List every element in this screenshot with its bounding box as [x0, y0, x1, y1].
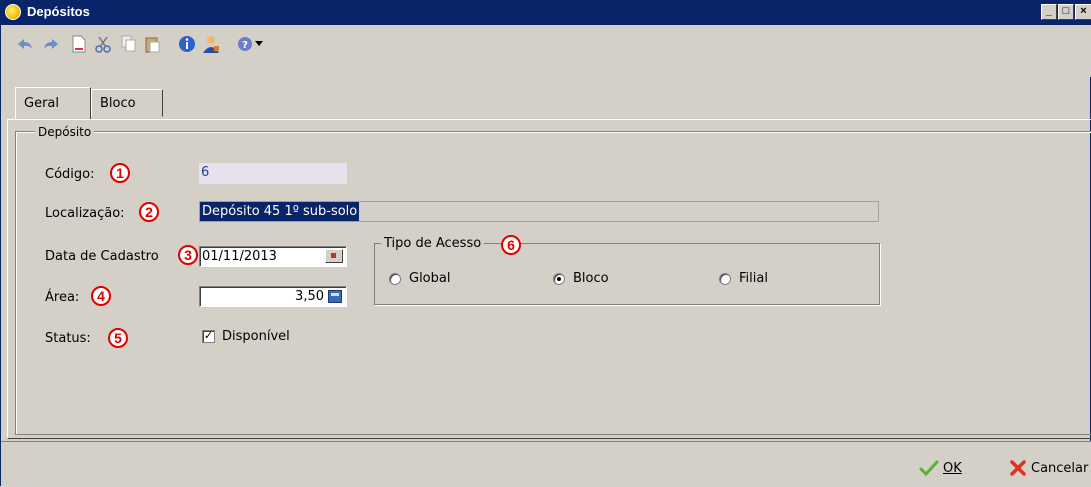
title-bar[interactable]: Depósitos _ □ × [1, 1, 1091, 25]
minimize-button[interactable]: _ [1041, 4, 1057, 20]
localizacao-label: Localização: [45, 206, 125, 221]
redo-icon[interactable] [41, 35, 61, 53]
disponivel-checkbox[interactable]: ✓ [202, 330, 215, 343]
help-icon[interactable]: ? [235, 35, 255, 53]
ok-label: OK [943, 460, 962, 476]
tipo-acesso-title: Tipo de Acesso [381, 236, 485, 251]
radio-filial[interactable] [719, 273, 731, 285]
cut-icon[interactable] [93, 35, 113, 53]
radio-filial-label[interactable]: Filial [739, 271, 768, 286]
area-value: 3,50 [295, 289, 324, 304]
toolbar: ? [1, 25, 1091, 77]
calculator-icon[interactable] [328, 290, 342, 303]
localizacao-selected-text: Depósito 45 1º sub-solo [200, 202, 360, 221]
status-label: Status: [45, 331, 91, 346]
marker-1: 1 [110, 163, 130, 183]
calendar-button[interactable] [325, 249, 343, 263]
new-document-icon[interactable] [69, 35, 89, 53]
info-icon[interactable] [177, 35, 197, 53]
radio-bloco-label[interactable]: Bloco [573, 271, 609, 286]
user-icon[interactable] [201, 35, 221, 53]
calendar-icon [331, 253, 336, 258]
codigo-field[interactable]: 6 [199, 163, 347, 184]
data-cadastro-label: Data de Cadastro [45, 249, 159, 264]
area-label: Área: [45, 290, 80, 305]
tab-bloco[interactable]: Bloco [91, 89, 163, 117]
check-icon [919, 460, 939, 477]
copy-icon[interactable] [119, 35, 139, 53]
window-title: Depósitos [27, 4, 90, 19]
tab-geral[interactable]: Geral [15, 87, 91, 119]
dropdown-arrow-icon[interactable] [253, 35, 265, 53]
cancel-label: Cancelar [1031, 460, 1089, 476]
localizacao-field[interactable]: Depósito 45 1º sub-solo [199, 201, 879, 222]
undo-icon[interactable] [15, 35, 35, 53]
disponivel-label[interactable]: Disponível [222, 329, 290, 344]
tab-geral-label: Geral [24, 96, 59, 111]
group-title: Depósito [35, 125, 95, 139]
marker-5: 5 [108, 328, 128, 348]
tab-bloco-label: Bloco [100, 96, 136, 111]
marker-3: 3 [178, 245, 198, 265]
marker-4: 4 [91, 286, 111, 306]
radio-bloco[interactable] [553, 273, 565, 285]
marker-2: 2 [139, 202, 159, 222]
area-field[interactable]: 3,50 [199, 286, 347, 307]
marker-6: 6 [501, 235, 521, 255]
cancel-x-icon [1010, 460, 1026, 476]
radio-global[interactable] [389, 273, 401, 285]
radio-global-label[interactable]: Global [409, 271, 450, 286]
codigo-label: Código: [45, 167, 95, 182]
paste-icon[interactable] [143, 35, 163, 53]
data-cadastro-value: 01/11/2013 [202, 249, 277, 264]
svg-text:?: ? [242, 40, 248, 51]
ok-button[interactable]: OK [919, 457, 962, 479]
close-button[interactable]: × [1075, 4, 1091, 20]
app-icon [5, 4, 21, 20]
cancel-button[interactable]: Cancelar [1009, 457, 1088, 479]
window: Depósitos _ □ × ? Geral Bloco Depósito C… [0, 0, 1091, 487]
maximize-button[interactable]: □ [1058, 4, 1074, 20]
